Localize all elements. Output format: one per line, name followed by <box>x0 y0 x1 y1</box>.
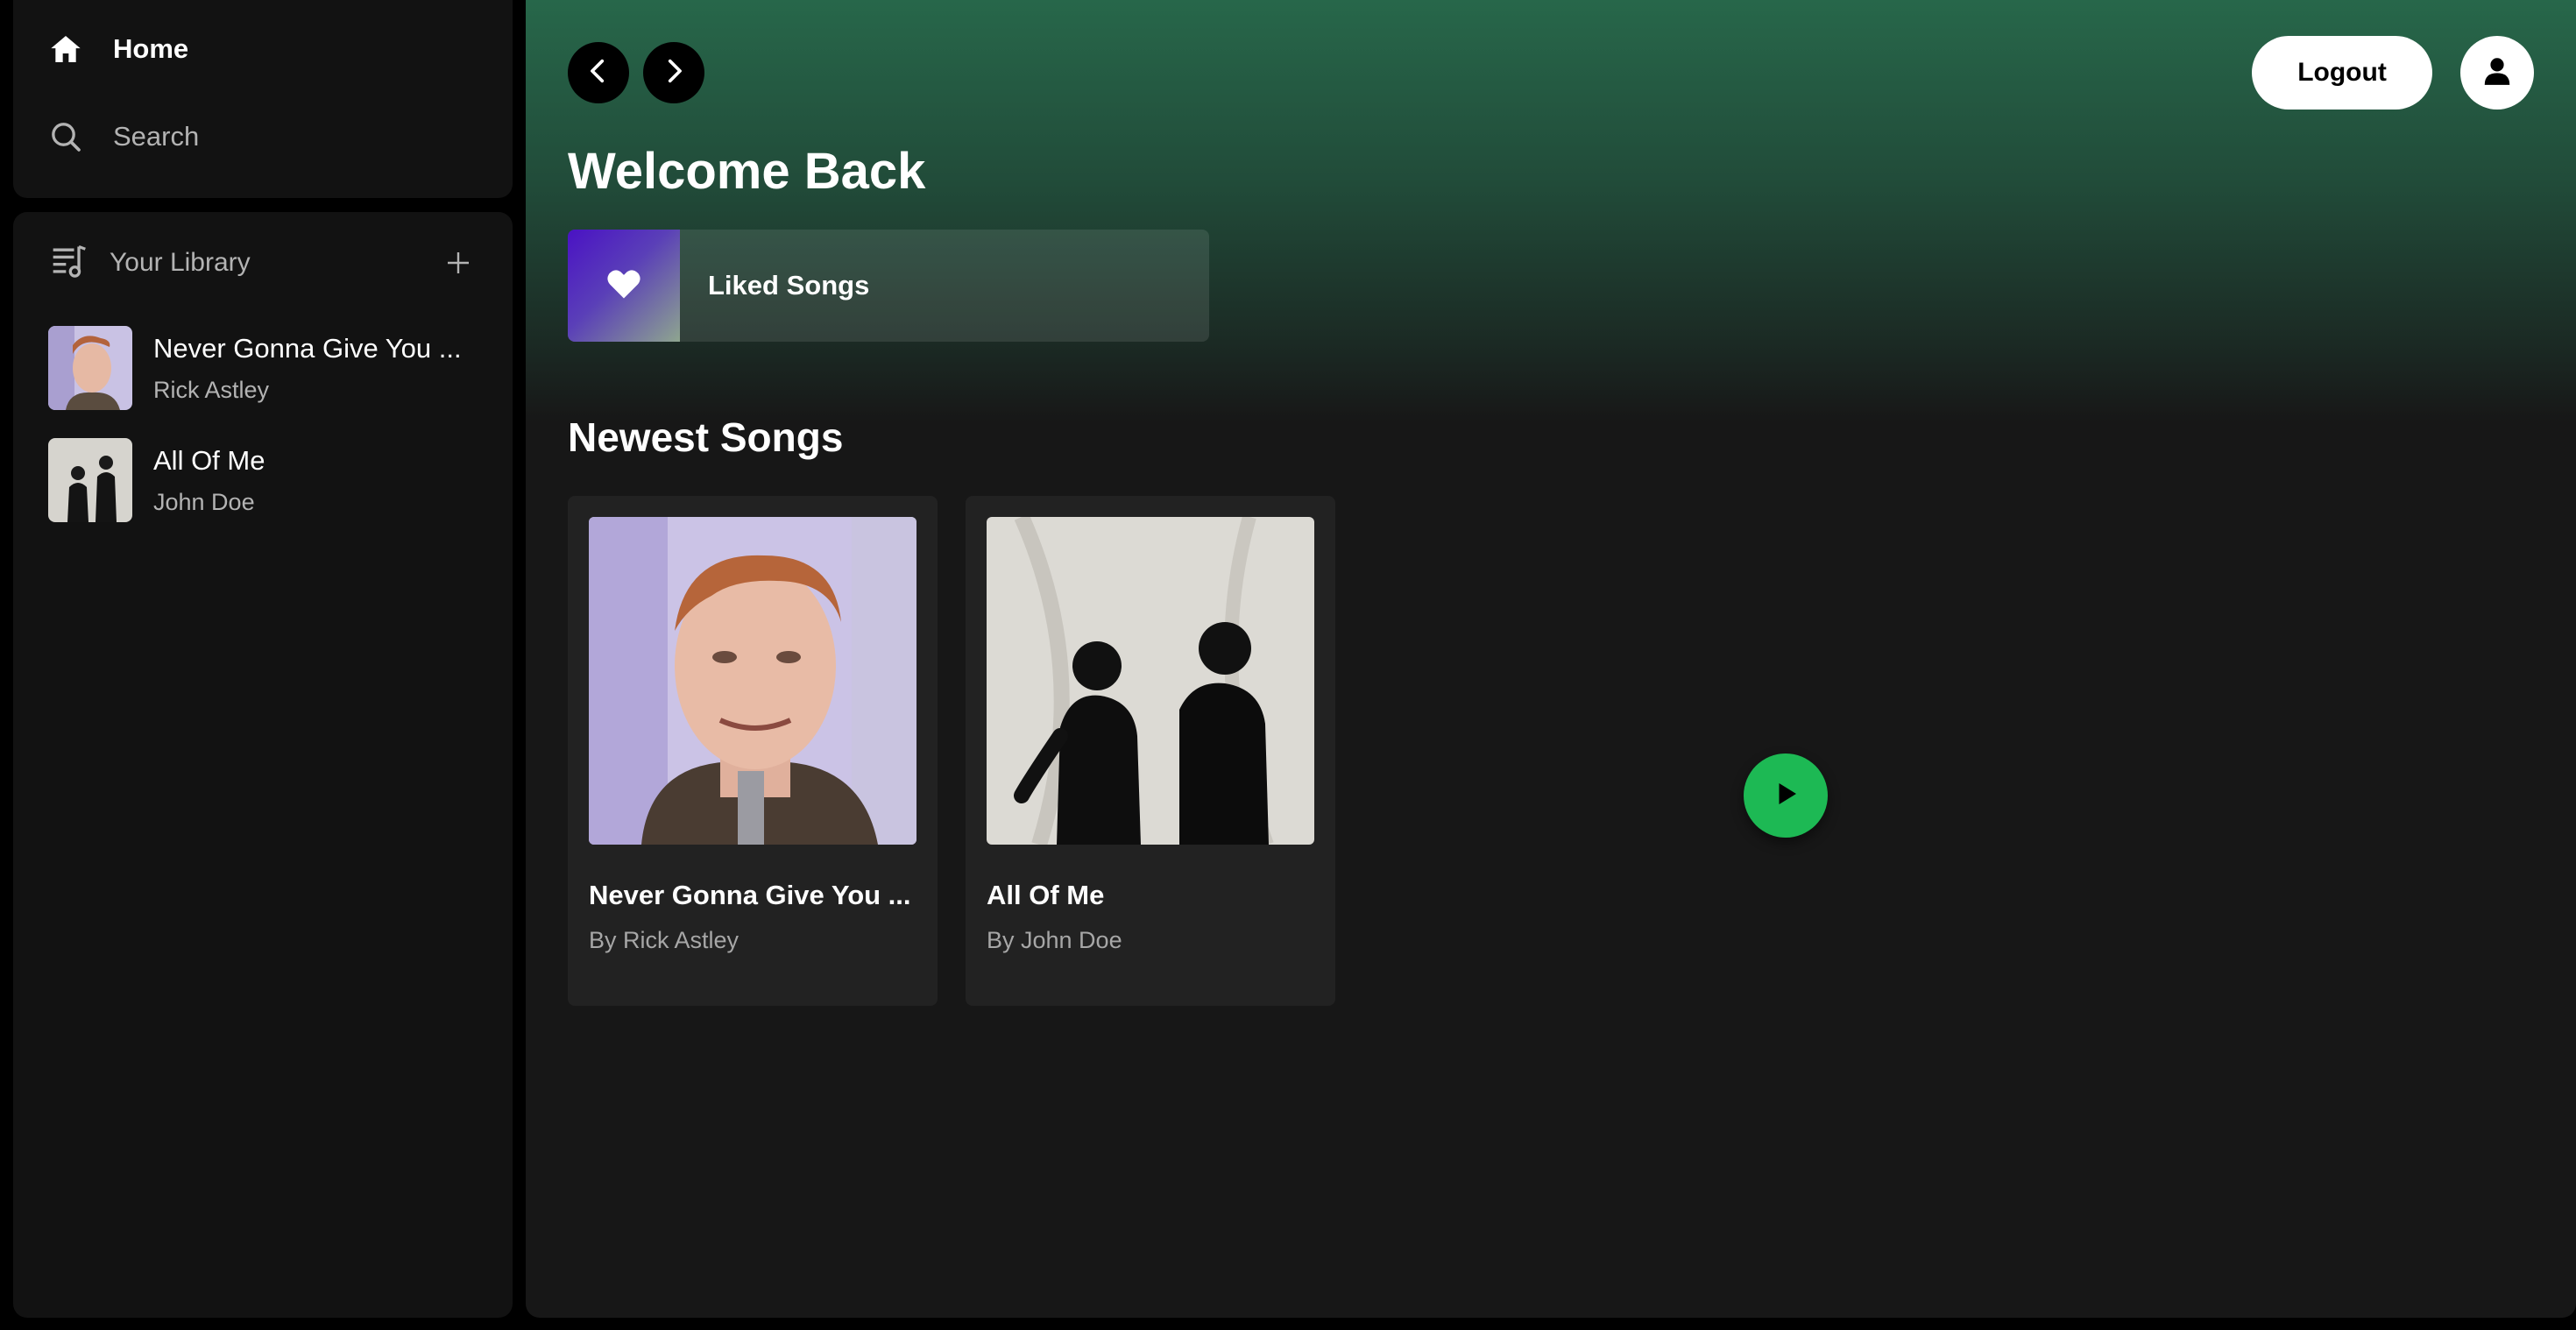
heart-icon <box>605 265 643 308</box>
library-item[interactable]: All Of Me John Doe <box>48 438 486 522</box>
library-title[interactable]: Your Library <box>110 248 441 278</box>
sidebar-item-home[interactable]: Home <box>48 32 188 67</box>
logout-button[interactable]: Logout <box>2252 36 2432 110</box>
library-item-artist: John Doe <box>153 488 255 515</box>
library-panel: Your Library Never Gonna Give You ... Ri… <box>13 212 513 1318</box>
library-item-title: Never Gonna Give You ... <box>153 332 462 364</box>
song-title: All Of Me <box>987 880 1105 910</box>
search-icon <box>48 119 113 154</box>
library-header: Your Library <box>50 242 476 284</box>
library-item[interactable]: Never Gonna Give You ... Rick Astley <box>48 326 486 410</box>
page-title: Welcome Back <box>568 143 926 200</box>
home-icon <box>48 32 113 67</box>
chevron-right-icon <box>659 56 689 90</box>
library-item-artist: Rick Astley <box>153 376 270 403</box>
song-card[interactable]: All Of Me By John Doe <box>966 496 1335 1006</box>
section-title: Newest Songs <box>568 414 844 460</box>
album-thumbnail <box>48 438 132 522</box>
chevron-left-icon <box>584 56 613 90</box>
song-artist: By John Doe <box>987 927 1122 953</box>
liked-songs-card[interactable]: Liked Songs <box>568 230 1209 342</box>
song-card[interactable]: Never Gonna Give You ... By Rick Astley <box>568 496 938 1006</box>
library-icon[interactable] <box>50 242 88 285</box>
sidebar-item-label: Home <box>113 33 189 64</box>
user-icon <box>2480 54 2514 92</box>
album-thumbnail <box>48 326 132 410</box>
plus-icon[interactable] <box>441 245 476 280</box>
song-artist: By Rick Astley <box>589 927 740 953</box>
forward-button[interactable] <box>643 42 704 103</box>
album-cover <box>589 517 916 845</box>
liked-songs-label: Liked Songs <box>708 270 870 301</box>
album-cover <box>987 517 1314 845</box>
sidebar-item-label: Search <box>113 121 200 152</box>
liked-songs-art <box>568 230 680 342</box>
back-button[interactable] <box>568 42 629 103</box>
library-item-title: All Of Me <box>153 444 265 476</box>
song-title: Never Gonna Give You ... <box>589 880 911 910</box>
profile-button[interactable] <box>2460 36 2534 110</box>
sidebar-nav-panel: Home Search <box>13 0 513 198</box>
play-icon <box>1770 778 1801 814</box>
play-button[interactable] <box>1744 753 1828 838</box>
sidebar-item-search[interactable]: Search <box>48 119 199 154</box>
main-content: Logout Welcome Back Liked Songs Newest S… <box>526 0 2576 1318</box>
